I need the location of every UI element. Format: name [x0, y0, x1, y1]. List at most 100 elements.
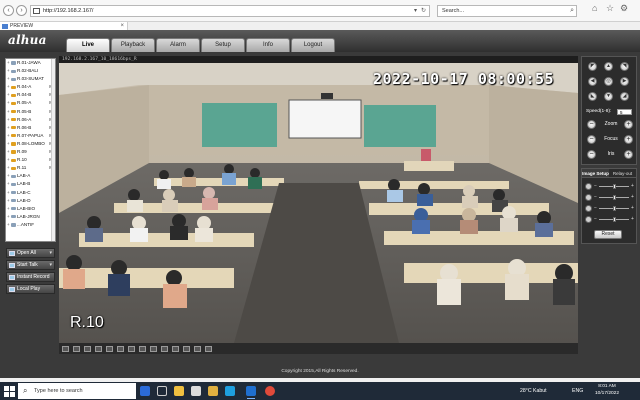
ptz-down-button[interactable]: ▼	[604, 92, 613, 101]
zoom-out-button[interactable]: −	[587, 120, 596, 129]
focus-minus-button[interactable]: −	[587, 135, 596, 144]
channel-item[interactable]: + LAB-B	[6, 180, 55, 188]
channel-item[interactable]: +R.04-BM	[6, 91, 55, 99]
layout-4-icon[interactable]	[73, 345, 80, 352]
store-icon[interactable]	[191, 386, 201, 396]
refresh-icon[interactable]: ↻	[421, 6, 426, 16]
minus-icon[interactable]: −	[593, 193, 598, 201]
instant-record-button[interactable]: Instant Record	[6, 272, 55, 282]
ptz-down-left-button[interactable]: ◣	[588, 92, 597, 101]
layout-9-icon[interactable]	[95, 345, 102, 352]
contrast-slider[interactable]	[599, 194, 629, 200]
system-clock[interactable]: 8:01 AM 10/17/2022	[592, 384, 622, 397]
channel-item[interactable]: +R.06-AM	[6, 116, 55, 124]
chrome-icon[interactable]	[265, 386, 275, 396]
channel-item[interactable]: +R.11M	[6, 164, 55, 172]
plus-icon[interactable]: +	[630, 215, 635, 223]
plus-icon[interactable]: +	[630, 204, 635, 212]
settings-icon[interactable]: ⚙	[620, 3, 628, 13]
chevron-down-icon[interactable]: ▾	[49, 261, 52, 269]
channel-item[interactable]: + R.01-JAWA	[6, 59, 55, 67]
open-all-button[interactable]: Open All ▾	[6, 248, 55, 258]
layout-16-icon[interactable]	[106, 345, 113, 352]
snapshot-icon[interactable]	[150, 345, 157, 352]
zoom-icon[interactable]	[183, 345, 190, 352]
minus-icon[interactable]: −	[593, 204, 598, 212]
channel-item[interactable]: + R.02-BALI	[6, 67, 55, 75]
channel-item[interactable]: + LAB-A	[6, 172, 55, 180]
slider-thumb[interactable]	[612, 205, 616, 211]
back-button[interactable]: ‹	[3, 5, 14, 16]
reset-button[interactable]: Reset	[594, 230, 622, 239]
tab-info[interactable]: Info	[246, 38, 290, 52]
ptz-up-left-button[interactable]: ◤	[588, 62, 597, 71]
channel-item[interactable]: + LAB-BIO	[6, 205, 55, 213]
file-explorer-icon[interactable]	[174, 386, 184, 396]
dropdown-icon[interactable]: ▾	[414, 6, 417, 16]
ptz-up-button[interactable]: ▲	[604, 62, 613, 71]
layout-25-icon[interactable]	[117, 345, 124, 352]
ptz-down-right-button[interactable]: ◢	[620, 92, 629, 101]
record-toggle-icon[interactable]	[161, 345, 168, 352]
cortana-icon[interactable]	[140, 386, 150, 396]
taskbar-search[interactable]: ⌕ Type here to search	[18, 383, 136, 399]
chevron-down-icon[interactable]: ▾	[49, 249, 52, 257]
channel-item[interactable]: + LAB-C	[6, 189, 55, 197]
ptz-up-right-button[interactable]: ◥	[620, 62, 629, 71]
weather-info[interactable]: 28°C Kabut	[520, 382, 547, 400]
channel-item[interactable]: + LAB-JRGN	[6, 213, 55, 221]
saturation-slider[interactable]	[599, 205, 629, 211]
iris-minus-button[interactable]: −	[587, 150, 596, 159]
channel-item[interactable]: +R.06-BM	[6, 124, 55, 132]
task-view-icon[interactable]	[157, 386, 167, 396]
channel-list-scrollbar[interactable]	[51, 59, 55, 241]
favorites-icon[interactable]: ☆	[606, 3, 614, 13]
browser-search-box[interactable]: Search... ⌕	[437, 5, 577, 17]
stream-icon[interactable]	[194, 345, 201, 352]
home-icon[interactable]: ⌂	[592, 3, 597, 13]
plus-icon[interactable]: +	[630, 182, 635, 190]
minus-icon[interactable]: −	[593, 182, 598, 190]
search-icon[interactable]: ⌕	[570, 6, 574, 16]
layout-1-icon[interactable]	[62, 345, 69, 352]
channel-item[interactable]: +R.04-AM	[6, 83, 55, 91]
tab-alarm[interactable]: Alarm	[156, 38, 200, 52]
fullscreen-icon[interactable]	[139, 345, 146, 352]
channel-item[interactable]: + ...ANTIF	[6, 221, 55, 229]
language-indicator[interactable]: ENG	[572, 382, 583, 400]
slider-thumb[interactable]	[612, 216, 616, 222]
internet-explorer-icon[interactable]	[246, 386, 256, 399]
hue-slider[interactable]	[599, 216, 629, 222]
layout-36-icon[interactable]	[128, 345, 135, 352]
iris-plus-button[interactable]: +	[624, 150, 633, 159]
channel-item[interactable]: +R.08-LOMBOM	[6, 140, 55, 148]
mail-icon[interactable]	[225, 386, 235, 396]
tab-relay-out[interactable]: Relay-out	[609, 169, 636, 177]
slider-thumb[interactable]	[612, 194, 616, 200]
ptz-left-button[interactable]: ◀	[588, 77, 597, 86]
tab-image-setup[interactable]: Image Setup	[582, 169, 609, 177]
channel-item[interactable]: + LAB-D	[6, 197, 55, 205]
address-bar[interactable]: http://192.168.2.167/ ▾ ↻	[30, 5, 430, 17]
tab-logout[interactable]: Logout	[291, 38, 335, 52]
ptz-right-button[interactable]: ▶	[620, 77, 629, 86]
zoom-in-button[interactable]: +	[624, 120, 633, 129]
tab-live[interactable]: Live	[66, 38, 110, 52]
close-all-icon[interactable]	[205, 345, 212, 352]
windows-start-icon[interactable]	[4, 386, 15, 397]
tab-playback[interactable]: Playback	[111, 38, 155, 52]
plus-icon[interactable]: +	[630, 193, 635, 201]
local-play-button[interactable]: Local Play	[6, 284, 55, 294]
channel-item[interactable]: +R.09M	[6, 148, 55, 156]
channel-item[interactable]: +R.05-AM	[6, 99, 55, 107]
speed-select[interactable]: 5	[617, 109, 632, 115]
folder-icon[interactable]	[208, 386, 218, 396]
brightness-slider[interactable]	[599, 183, 629, 189]
tab-setup[interactable]: Setup	[201, 38, 245, 52]
audio-icon[interactable]	[172, 345, 179, 352]
forward-button[interactable]: ›	[16, 5, 27, 16]
close-icon[interactable]: ×	[120, 22, 124, 30]
ptz-auto-button[interactable]: ◎	[604, 77, 613, 86]
focus-plus-button[interactable]: +	[624, 135, 633, 144]
channel-item[interactable]: +R.10M	[6, 156, 55, 164]
